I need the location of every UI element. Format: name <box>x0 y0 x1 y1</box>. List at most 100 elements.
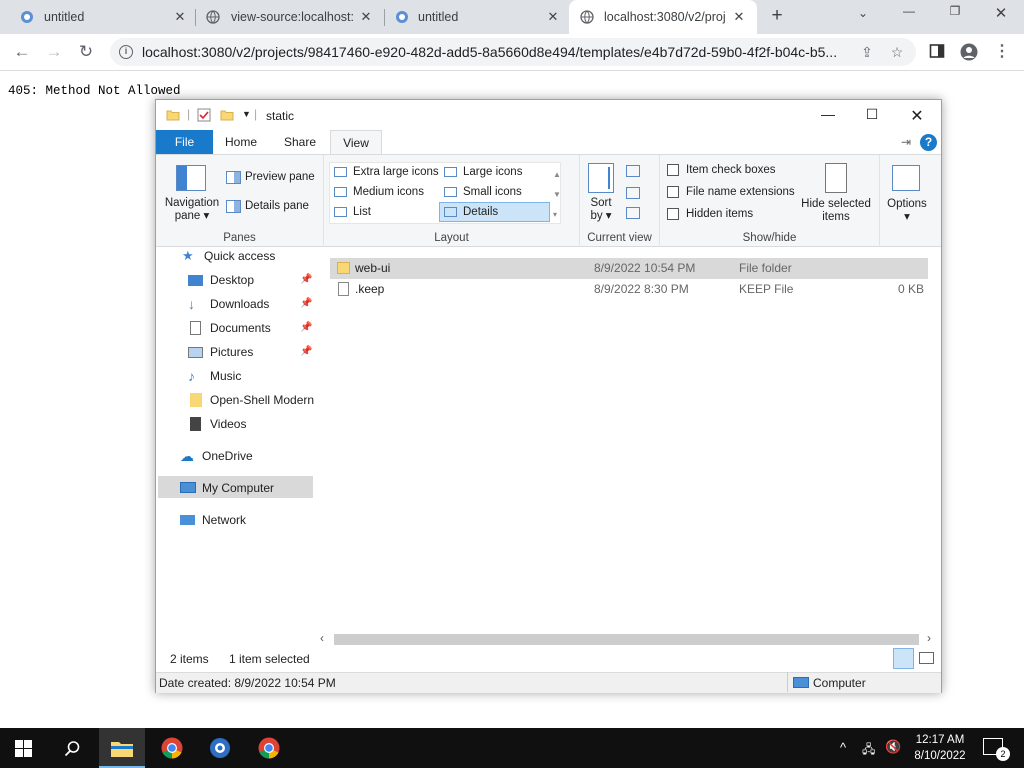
new-folder-icon[interactable] <box>220 108 234 122</box>
network-icon[interactable]: 🖧 <box>862 740 875 761</box>
tab-file[interactable]: File <box>156 130 213 154</box>
date: 8/10/2022 <box>914 750 966 762</box>
url-text[interactable]: localhost:3080/v2/projects/98417460-e920… <box>142 44 854 60</box>
chrome-taskbar-icon[interactable] <box>149 728 195 768</box>
close-tab-icon[interactable]: ✕ <box>545 9 561 25</box>
layout-details[interactable]: Details <box>463 206 498 218</box>
properties-check-icon[interactable] <box>197 108 211 122</box>
close-tab-icon[interactable]: ✕ <box>358 9 374 25</box>
tab-share[interactable]: Share <box>280 130 320 154</box>
layout-large-icons[interactable]: Large icons <box>463 166 522 178</box>
item-check-boxes-label[interactable]: Item check boxes <box>686 164 775 176</box>
minimize-icon[interactable]: — <box>897 4 921 26</box>
group-by-icon[interactable] <box>626 165 640 177</box>
reload-icon[interactable]: ↻ <box>74 41 98 63</box>
file-row-selected[interactable]: web-ui 8/9/2022 10:54 PM File folder <box>330 258 928 279</box>
pin-icon: 📌 <box>300 298 313 309</box>
preview-pane-button[interactable]: Preview pane <box>245 171 315 183</box>
customize-quick-access-chevron-icon[interactable]: ▼ <box>242 109 251 119</box>
scrollbar-thumb[interactable] <box>334 634 919 645</box>
details-pane-button[interactable]: Details pane <box>245 200 309 212</box>
address-bar[interactable]: i localhost:3080/v2/projects/98417460-e9… <box>110 38 916 66</box>
close-icon[interactable]: ✕ <box>907 106 927 125</box>
tab-search-chevron-icon[interactable]: ⌄ <box>851 6 875 28</box>
maximize-icon[interactable]: ☐ <box>862 106 882 124</box>
large-icons-view-icon[interactable] <box>919 652 934 664</box>
network-icon <box>180 515 195 525</box>
layout-small-icons[interactable]: Small icons <box>463 186 522 198</box>
menu-kebab-icon[interactable]: ⋮ <box>993 43 1011 61</box>
file-date: 8/9/2022 10:54 PM <box>594 261 696 275</box>
hide-selected-items-button[interactable]: Hide selected items <box>799 198 873 224</box>
new-tab-button[interactable]: + <box>767 6 787 26</box>
forward-arrow-icon[interactable]: → <box>42 41 66 63</box>
nav-documents[interactable]: Documents 📌 <box>188 317 314 339</box>
browser-tab-active[interactable]: localhost:3080/v2/proje ✕ <box>569 0 757 34</box>
browser-tab[interactable]: view-source:localhost:3 ✕ <box>196 0 384 34</box>
close-tab-icon[interactable]: ✕ <box>172 9 188 25</box>
minimize-icon[interactable]: — <box>818 106 838 124</box>
group-label: Panes <box>223 232 256 244</box>
search-icon[interactable] <box>49 728 95 768</box>
file-explorer-window: | ▼ | static — ☐ ✕ File Home Share View … <box>155 99 942 693</box>
scroll-right-chevron-icon[interactable]: › <box>927 631 931 645</box>
browser-tab-strip: untitled ✕ view-source:localhost:3 ✕ unt… <box>0 0 1024 34</box>
nav-pictures[interactable]: Pictures 📌 <box>188 341 314 363</box>
tab-title: untitled <box>44 10 85 24</box>
share-icon[interactable]: ⇪ <box>858 44 876 60</box>
site-info-icon[interactable]: i <box>119 45 133 59</box>
clock[interactable]: 12:17 AM 8/10/2022 <box>908 732 972 764</box>
pin-ribbon-icon[interactable]: ⇥ <box>901 135 911 149</box>
file-name-extensions-checkbox[interactable] <box>667 186 679 198</box>
tab-view[interactable]: View <box>330 130 382 154</box>
folder-icon <box>190 393 202 407</box>
scroll-left-chevron-icon[interactable]: ‹ <box>320 631 324 645</box>
navigation-pane-button[interactable]: Navigation pane ▾ <box>164 197 220 223</box>
file-row[interactable]: .keep 8/9/2022 8:30 PM KEEP File 0 KB <box>330 279 928 300</box>
options-button[interactable]: Options ▾ <box>884 198 930 224</box>
file-name: web-ui <box>355 261 391 275</box>
browser-tab[interactable]: untitled ✕ <box>385 0 571 34</box>
help-icon[interactable]: ? <box>920 134 937 151</box>
add-columns-icon[interactable] <box>626 187 640 199</box>
taskbar: ^ 🖧 🔇 12:17 AM 8/10/2022 2 <box>0 728 1024 768</box>
group-layout: Extra large icons Large icons Medium ico… <box>324 155 580 247</box>
start-windows-icon[interactable] <box>0 728 46 768</box>
restore-icon[interactable]: ❐ <box>943 4 967 26</box>
app-taskbar-icon[interactable] <box>197 728 243 768</box>
list-icon <box>334 207 347 217</box>
file-list: web-ui 8/9/2022 10:54 PM File folder .ke… <box>328 248 940 632</box>
sort-by-button[interactable]: Sort by ▾ <box>588 197 614 223</box>
profile-avatar-icon[interactable] <box>960 43 978 61</box>
layout-medium-icons[interactable]: Medium icons <box>353 186 424 198</box>
details-view-icon[interactable] <box>893 648 914 669</box>
back-arrow-icon[interactable]: ← <box>10 41 34 63</box>
side-panel-icon[interactable] <box>928 43 946 61</box>
hidden-items-label[interactable]: Hidden items <box>686 208 753 220</box>
volume-muted-icon[interactable]: 🔇 <box>885 739 901 755</box>
hide-selected-items-icon <box>825 163 847 193</box>
size-columns-icon[interactable] <box>626 207 640 219</box>
explorer-titlebar[interactable]: | ▼ | static — ☐ ✕ <box>156 100 941 130</box>
nav-downloads[interactable]: ↓ Downloads 📌 <box>188 293 314 315</box>
file-explorer-taskbar-icon[interactable] <box>99 728 145 768</box>
tab-home[interactable]: Home <box>224 130 258 154</box>
hidden-items-checkbox[interactable] <box>667 208 679 220</box>
options-icon <box>892 165 920 191</box>
horizontal-scrollbar[interactable]: ‹ › <box>316 630 942 647</box>
nav-desktop[interactable]: Desktop 📌 <box>188 269 314 291</box>
close-window-icon[interactable]: ✕ <box>989 4 1013 26</box>
layout-extra-large-icons[interactable]: Extra large icons <box>353 166 439 178</box>
browser-tab[interactable]: untitled ✕ <box>0 0 195 34</box>
layout-list[interactable]: List <box>353 206 371 218</box>
close-tab-icon[interactable]: ✕ <box>731 9 747 25</box>
gallery-scroll-icon[interactable]: ▲ ▼ ▾ <box>553 165 561 225</box>
chevron-up-icon[interactable]: ^ <box>840 740 846 755</box>
group-label: Current view <box>587 232 652 244</box>
document-icon <box>190 321 201 335</box>
bookmark-star-icon[interactable]: ☆ <box>888 44 906 60</box>
chrome-taskbar-icon[interactable] <box>246 728 292 768</box>
file-name-extensions-label[interactable]: File name extensions <box>686 186 795 198</box>
star-icon: ★ <box>182 248 194 263</box>
item-check-boxes-checkbox[interactable] <box>667 164 679 176</box>
